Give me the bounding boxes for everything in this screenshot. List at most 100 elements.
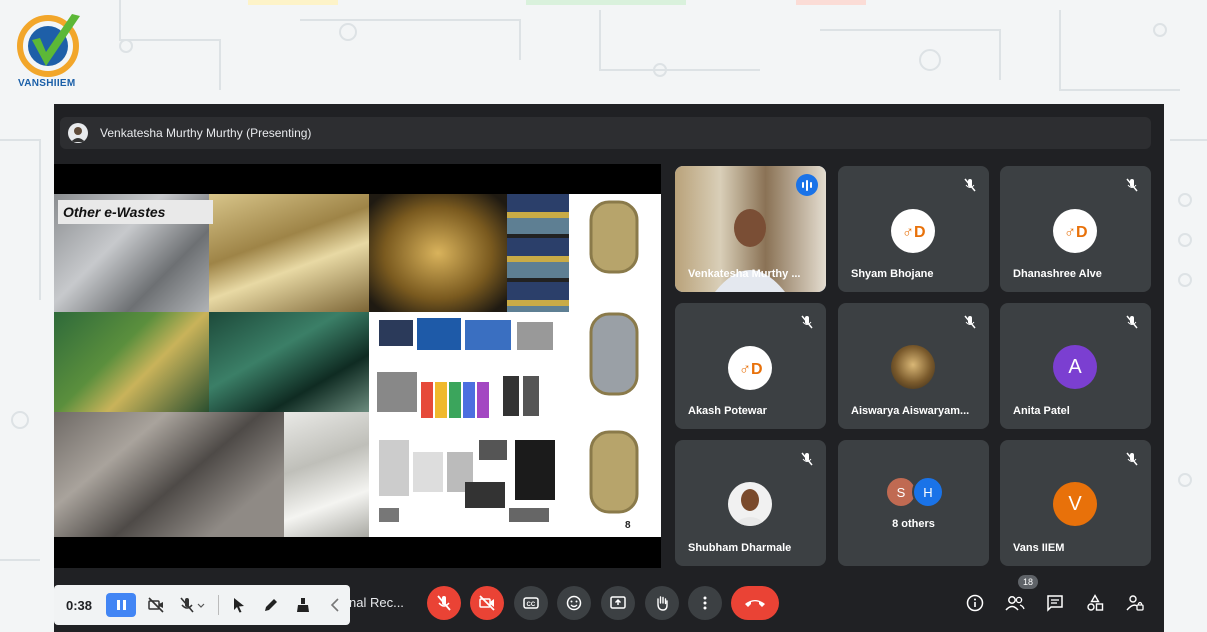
chat-button[interactable]: [1044, 592, 1066, 614]
mic-off-icon: [964, 178, 976, 192]
screen-recorder-toolbar: 0:38: [54, 585, 350, 625]
participant-photo-avatar: [891, 345, 935, 389]
raise-hand-button[interactable]: [645, 586, 679, 620]
people-button[interactable]: [1004, 592, 1026, 614]
collage-image-reels: [569, 194, 661, 537]
info-icon: [966, 594, 984, 612]
participant-tile-akash[interactable]: ♂D Akash Potewar: [675, 303, 826, 429]
shared-screen-slide: Other e-Wastes 8: [54, 164, 661, 568]
more-vert-icon: [703, 596, 707, 610]
top-strip-yellow: [248, 0, 338, 5]
g20-logo-avatar: ♂D: [891, 209, 935, 253]
svg-text:CC: CC: [527, 602, 536, 608]
present-screen-button[interactable]: [601, 586, 635, 620]
presenter-avatar: [68, 123, 88, 143]
participant-tile-others[interactable]: S H 8 others: [838, 440, 989, 566]
collage-image-batteries: [507, 194, 569, 312]
collage-image-ram-chips: [209, 312, 369, 412]
participant-name: Anita Patel: [1013, 405, 1070, 417]
top-strip-green: [526, 0, 686, 5]
meeting-info-button[interactable]: [964, 592, 986, 614]
collage-image-circuit-board: [54, 312, 209, 412]
captions-button[interactable]: CC: [514, 586, 548, 620]
presenter-label: Venkatesha Murthy Murthy (Presenting): [100, 126, 312, 140]
emoji-icon: [566, 595, 582, 611]
mic-off-icon: [1126, 452, 1138, 466]
participant-tile-aiswarya[interactable]: Aiswarya Aiswaryam...: [838, 303, 989, 429]
chat-icon: [1047, 595, 1063, 612]
lock-person-icon: [1126, 595, 1144, 611]
collage-image-electronics: [369, 312, 569, 537]
slide-letterbox-bottom: [54, 537, 661, 568]
slide-letterbox-top: [54, 164, 661, 194]
speaking-indicator-icon: [796, 174, 818, 196]
more-options-button[interactable]: [688, 586, 722, 620]
participant-name: Akash Potewar: [688, 405, 767, 417]
participant-name: Shyam Bhojane: [851, 268, 934, 280]
eraser-icon: [297, 598, 309, 612]
collage-image-brass-pins: [209, 194, 369, 312]
svg-text:♂D: ♂D: [739, 361, 763, 378]
hang-up-icon: [745, 600, 765, 607]
toolbar-divider: [218, 595, 219, 615]
collapse-toolbar-button[interactable]: [323, 593, 347, 617]
participant-name: Dhanashree Alve: [1013, 268, 1102, 280]
mic-toggle-button[interactable]: [427, 586, 461, 620]
letter-avatar: A: [1053, 345, 1097, 389]
people-count-badge: 18: [1018, 575, 1038, 589]
mic-off-toggle[interactable]: [176, 593, 210, 617]
presenter-bar[interactable]: Venkatesha Murthy Murthy (Presenting): [60, 117, 1151, 149]
mini-avatar-h: H: [912, 476, 944, 508]
participant-tile-anita[interactable]: A Anita Patel: [1000, 303, 1151, 429]
activities-icon: [1087, 594, 1104, 611]
mic-off-icon: [801, 315, 813, 329]
mic-off-icon: [964, 315, 976, 329]
slide-page-number: 8: [625, 520, 631, 531]
collage-image-ewaste-pile: [54, 412, 284, 537]
meet-window: Venkatesha Murthy Murthy (Presenting) Ot…: [54, 104, 1164, 632]
participant-tile-dhanashree[interactable]: ♂D Dhanashree Alve: [1000, 166, 1151, 292]
top-strip-red: [796, 0, 866, 5]
collage-image-connector-strip: [369, 194, 507, 312]
camera-toggle-button[interactable]: [470, 586, 504, 620]
others-count-label: 8 others: [892, 518, 935, 530]
participant-name: Aiswarya Aiswaryam...: [851, 405, 970, 417]
reactions-button[interactable]: [557, 586, 591, 620]
participant-tile-vans[interactable]: V Vans IIEM: [1000, 440, 1151, 566]
present-icon: [610, 596, 626, 609]
participant-tile-presenter[interactable]: Venkatesha Murthy ...: [675, 166, 826, 292]
mic-off-icon: [437, 595, 451, 611]
recording-timer: 0:38: [66, 597, 93, 613]
captions-icon: CC: [523, 597, 539, 609]
host-controls-button[interactable]: [1124, 592, 1146, 614]
svg-text:♂D: ♂D: [1064, 224, 1088, 241]
camera-off-icon: [479, 595, 495, 611]
mic-off-icon: [801, 452, 813, 466]
camera-off-icon: [148, 597, 164, 613]
mic-off-icon: [1126, 315, 1138, 329]
slide-title: Other e-Wastes: [58, 200, 213, 224]
participant-photo-avatar: [728, 482, 772, 526]
hand-icon: [657, 596, 668, 611]
g20-logo-avatar: ♂D: [1053, 209, 1097, 253]
eraser-tool-button[interactable]: [291, 593, 315, 617]
svg-text:♂D: ♂D: [902, 224, 926, 241]
g20-logo-avatar: ♂D: [728, 346, 772, 390]
activities-button[interactable]: [1084, 592, 1106, 614]
pen-tool-button[interactable]: [259, 593, 283, 617]
people-icon: [1005, 596, 1025, 611]
camera-off-toggle[interactable]: [144, 593, 168, 617]
collage-image-white-plastic: [284, 412, 369, 537]
participant-name: Vans IIEM: [1013, 542, 1065, 554]
cursor-tool-button[interactable]: [227, 593, 251, 617]
pause-recording-button[interactable]: [106, 593, 136, 617]
participant-name: Venkatesha Murthy ...: [688, 268, 801, 280]
cursor-icon: [234, 598, 244, 613]
leave-call-button[interactable]: [731, 586, 779, 620]
participant-tile-shubham[interactable]: Shubham Dharmale: [675, 440, 826, 566]
mic-off-icon: [180, 597, 205, 613]
chevron-left-icon: [330, 598, 339, 612]
participant-tile-shyam[interactable]: ♂D Shyam Bhojane: [838, 166, 989, 292]
mic-off-icon: [1126, 178, 1138, 192]
pen-icon: [265, 599, 277, 611]
